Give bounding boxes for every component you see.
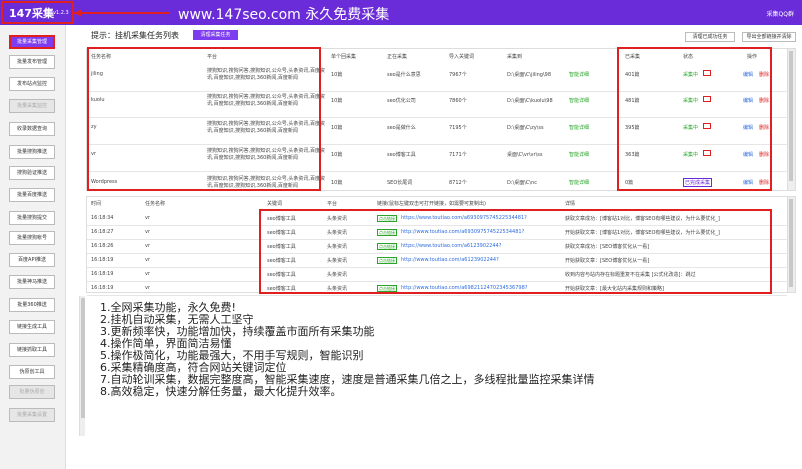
sidebar-item-3[interactable]: 发布站点监控 <box>9 77 55 91</box>
task-single-count: 10篇 <box>331 125 343 131</box>
sidebar-item-4[interactable]: 批量采集监控 <box>9 99 55 113</box>
log-task: vr <box>145 243 151 249</box>
task-scrollbar[interactable] <box>787 49 795 190</box>
log-col-platform: 平台 <box>327 201 338 207</box>
task-current-keyword: seo博客工具 <box>387 152 416 158</box>
task-scroll-thumb[interactable] <box>789 51 793 181</box>
task-detail-link[interactable]: 智能详细 <box>569 124 589 131</box>
sidebar-item-11[interactable]: 百度API推送 <box>9 253 55 267</box>
sidebar-item-18[interactable]: 批量采集设置 <box>9 408 55 422</box>
log-time: 16:18:34 <box>91 215 114 221</box>
feature-list: 1.全网采集功能，永久免费! 2.挂机自动采集，无需人工坚守 3.更新频率快，功能增… <box>100 302 595 398</box>
task-save-path: 桌面\C\vr\vr\ss <box>507 152 543 158</box>
sidebar-item-8[interactable]: 批量百度推送 <box>9 188 55 202</box>
clear-tasks-button[interactable]: 清理采集任务 <box>193 30 238 40</box>
task-single-count: 10篇 <box>331 152 343 158</box>
task-save-path: D:\桌面\C\zy\ss <box>507 125 544 131</box>
log-task: vr <box>145 285 151 291</box>
sidebar-item-16[interactable]: 伪原创工具 <box>9 365 55 379</box>
task-save-path: D:\桌面\C\nc <box>507 180 537 186</box>
promo-banner: www.147seo.com 永久免费采集 <box>178 7 390 23</box>
log-scrollbar[interactable] <box>787 197 795 292</box>
task-current-keyword: SEO长尾词 <box>387 180 413 186</box>
col-header-current: 正在采集 <box>387 54 408 60</box>
col-header-single: 单个回采集 <box>331 54 357 60</box>
log-col-time: 时间 <box>91 201 102 207</box>
log-col-task: 任务名称 <box>145 201 166 207</box>
main-scrollbar[interactable] <box>79 296 85 436</box>
log-task: vr <box>145 257 151 263</box>
log-time: 16:18:19 <box>91 257 114 263</box>
log-col-keyword: 关键词 <box>267 201 283 207</box>
tip-label: 提示：挂机采集任务列表 <box>91 31 179 40</box>
sidebar-item-12[interactable]: 批量神马推送 <box>9 275 55 289</box>
task-save-path: D:\桌面\C\jiling\98 <box>507 72 552 78</box>
task-keyword-count: 7967个 <box>449 72 467 78</box>
highlight-log-details <box>259 209 772 294</box>
log-task: vr <box>145 229 151 235</box>
export-links-button[interactable]: 导出全部链接并清除 <box>742 32 796 42</box>
main-scroll-thumb[interactable] <box>81 298 85 418</box>
task-keyword-count: 7860个 <box>449 98 467 104</box>
feature-item: 8.高效稳定，快速分解任务量，最大化提升效率。 <box>100 385 342 398</box>
log-scroll-thumb[interactable] <box>789 199 793 287</box>
sidebar-item-7[interactable]: 搜狗验证推送 <box>9 166 55 180</box>
sidebar-item-15[interactable]: 链接抓取工具 <box>9 343 55 357</box>
log-time: 16:18:19 <box>91 285 114 291</box>
task-current-keyword: seo是什么意思 <box>387 72 421 78</box>
sidebar-item-10[interactable]: 批量搜狗帐号 <box>9 231 55 245</box>
sidebar-item-13[interactable]: 批量360推送 <box>9 298 55 312</box>
sidebar-item-14[interactable]: 链接生成工具 <box>9 320 55 334</box>
log-time: 16:18:26 <box>91 243 114 249</box>
clear-success-button[interactable]: 清理已成功任务 <box>685 32 735 42</box>
task-detail-link[interactable]: 智能详细 <box>569 71 589 78</box>
qq-group-link[interactable]: 采集QQ群 <box>767 9 794 18</box>
sidebar-item-2[interactable]: 批量发布管理 <box>9 55 55 69</box>
task-detail-link[interactable]: 智能详细 <box>569 179 589 186</box>
sidebar-item-6[interactable]: 批量搜狗推送 <box>9 145 55 159</box>
task-keyword-count: 7171个 <box>449 152 467 158</box>
row-divider <box>87 295 787 296</box>
task-detail-link[interactable]: 智能详细 <box>569 151 589 158</box>
sidebar-item-5[interactable]: 收录数据查询 <box>9 122 55 136</box>
sidebar-item-9[interactable]: 批量搜狗提交 <box>9 211 55 225</box>
log-col-detail: 详情 <box>565 201 576 207</box>
sidebar-item-17[interactable]: 批量伪原创 <box>9 385 55 399</box>
task-single-count: 10篇 <box>331 180 343 186</box>
log-col-link: 链接(鼠标左键双击可打开链接，如需要可复制出) <box>377 201 486 207</box>
sidebar <box>0 25 66 469</box>
col-header-keywords: 导入关键词 <box>449 54 475 60</box>
task-single-count: 10篇 <box>331 72 343 78</box>
highlight-task-status <box>617 47 772 191</box>
task-save-path: D:\桌面\C\kuolu\98 <box>507 98 553 104</box>
sidebar-item-1[interactable]: 批量采集管理 <box>9 35 55 49</box>
log-task: vr <box>145 271 151 277</box>
log-time: 16:18:19 <box>91 271 114 277</box>
task-detail-link[interactable]: 智能详细 <box>569 97 589 104</box>
task-keyword-count: 7195个 <box>449 125 467 131</box>
log-time: 16:18:27 <box>91 229 114 235</box>
task-current-keyword: seo优化公司 <box>387 98 416 104</box>
task-keyword-count: 8712个 <box>449 180 467 186</box>
annotation-arrow-icon <box>1 1 170 24</box>
task-single-count: 10篇 <box>331 98 343 104</box>
col-header-path: 采集到 <box>507 54 523 60</box>
task-current-keyword: seo是做什么 <box>387 125 416 131</box>
highlight-task-info <box>87 47 321 191</box>
log-task: vr <box>145 215 151 221</box>
